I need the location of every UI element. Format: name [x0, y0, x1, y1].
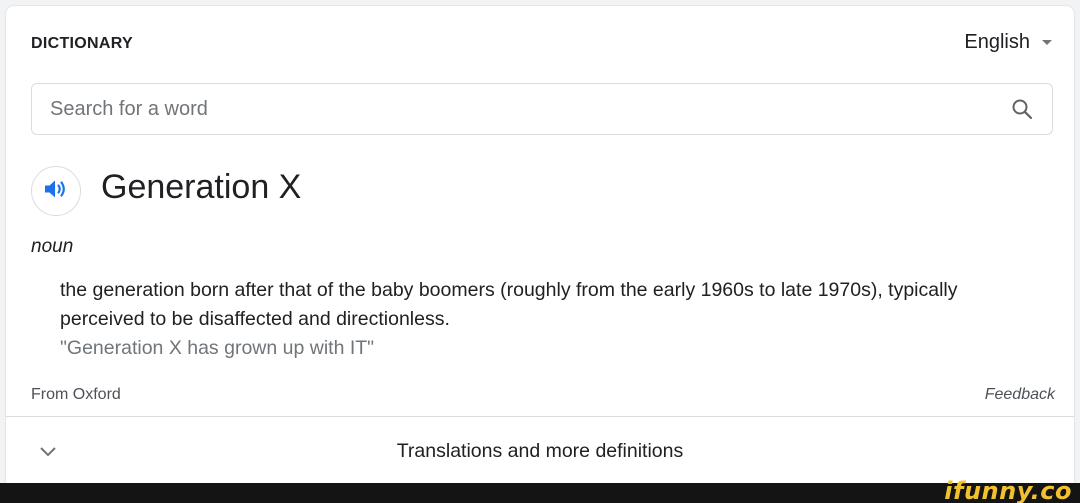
pronunciation-button[interactable] — [31, 166, 81, 216]
dictionary-header-title: DICTIONARY — [31, 35, 133, 52]
dictionary-card — [6, 6, 1074, 483]
ifunny-watermark: ifunny.co — [944, 477, 1072, 503]
language-select-label: English — [964, 31, 1030, 53]
part-of-speech: noun — [31, 236, 74, 257]
example-sentence: "Generation X has grown up with IT" — [60, 337, 375, 359]
definition-text: the generation born after that of the ba… — [60, 279, 958, 330]
more-definitions-label: Translations and more definitions — [396, 440, 684, 462]
speaker-icon — [43, 178, 69, 205]
search-input[interactable] — [32, 84, 992, 134]
more-definitions-button[interactable]: Translations and more definitions — [6, 417, 1074, 483]
search-icon[interactable] — [1010, 97, 1034, 121]
source-attribution: From Oxford — [31, 386, 121, 403]
watermark-bar: ifunny.co — [0, 477, 1080, 503]
search-box — [31, 83, 1053, 135]
language-select[interactable]: English — [964, 31, 1052, 54]
feedback-link[interactable]: Feedback — [985, 386, 1055, 404]
headword: Generation X — [101, 168, 302, 206]
dropdown-arrow-icon — [1042, 40, 1052, 45]
